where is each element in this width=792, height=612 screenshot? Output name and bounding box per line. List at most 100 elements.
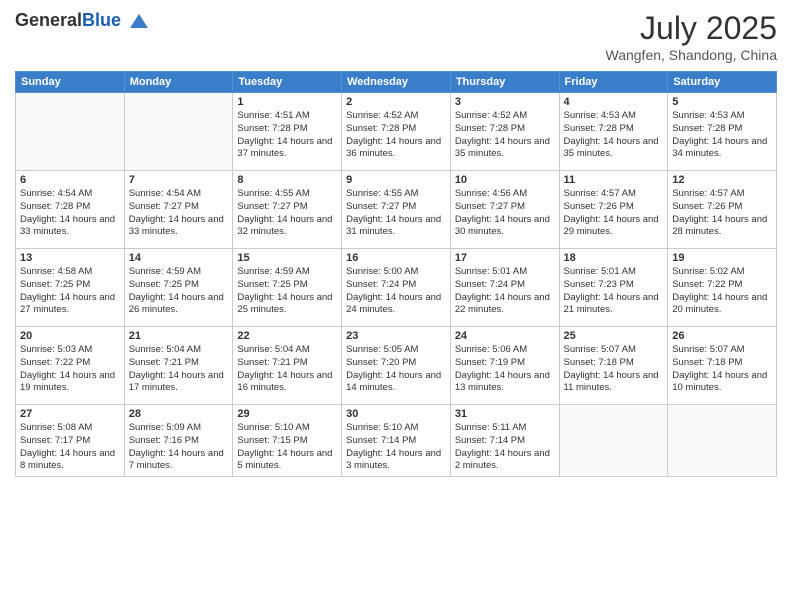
day-info: Sunrise: 4:59 AM Sunset: 7:25 PM Dayligh… [129, 266, 229, 317]
day-number: 24 [455, 330, 555, 342]
calendar-cell: 23 Sunrise: 5:05 AM Sunset: 7:20 PM Dayli… [342, 327, 451, 405]
calendar-cell: 12 Sunrise: 4:57 AM Sunset: 7:26 PM Dayli… [668, 171, 777, 249]
day-info: Sunrise: 4:57 AM Sunset: 7:26 PM Dayligh… [564, 188, 664, 239]
calendar-cell: 31 Sunrise: 5:11 AM Sunset: 7:14 PM Dayli… [450, 405, 559, 477]
day-number: 20 [20, 330, 120, 342]
logo: GeneralBlue [15, 10, 150, 32]
day-number: 8 [237, 174, 337, 186]
header: GeneralBlue July 2025 Wangfen, Shandong,… [15, 10, 777, 63]
calendar-cell: 11Sunrise: 4:57 AM Sunset: 7:26 PM Dayli… [559, 171, 668, 249]
calendar-day-header: Thursday [450, 72, 559, 93]
logo-icon [128, 10, 150, 32]
calendar-cell: 20 Sunrise: 5:03 AM Sunset: 7:22 PM Dayli… [16, 327, 125, 405]
calendar-day-header: Sunday [16, 72, 125, 93]
day-info: Sunrise: 5:07 AM Sunset: 7:18 PM Dayligh… [672, 344, 772, 395]
subtitle: Wangfen, Shandong, China [606, 47, 778, 63]
calendar-day-header: Wednesday [342, 72, 451, 93]
calendar-day-header: Saturday [668, 72, 777, 93]
day-info: Sunrise: 4:52 AM Sunset: 7:28 PM Dayligh… [346, 110, 446, 161]
day-number: 5 [672, 96, 772, 108]
calendar-cell: 30Sunrise: 5:10 AM Sunset: 7:14 PM Dayli… [342, 405, 451, 477]
calendar-cell: 21 Sunrise: 5:04 AM Sunset: 7:21 PM Dayli… [124, 327, 233, 405]
calendar-cell: 5Sunrise: 4:53 AM Sunset: 7:28 PM Daylig… [668, 93, 777, 171]
day-info: Sunrise: 5:08 AM Sunset: 7:17 PM Dayligh… [20, 422, 120, 473]
calendar-cell: 4Sunrise: 4:53 AM Sunset: 7:28 PM Daylig… [559, 93, 668, 171]
day-number: 15 [237, 252, 337, 264]
title-section: July 2025 Wangfen, Shandong, China [606, 10, 778, 63]
day-info: Sunrise: 5:00 AM Sunset: 7:24 PM Dayligh… [346, 266, 446, 317]
day-number: 2 [346, 96, 446, 108]
logo-general: General [15, 10, 82, 30]
calendar-cell: 16 Sunrise: 5:00 AM Sunset: 7:24 PM Dayli… [342, 249, 451, 327]
calendar-cell [124, 93, 233, 171]
day-number: 27 [20, 408, 120, 420]
calendar-day-header: Friday [559, 72, 668, 93]
day-number: 28 [129, 408, 229, 420]
calendar-cell: 18 Sunrise: 5:01 AM Sunset: 7:23 PM Dayli… [559, 249, 668, 327]
calendar-cell: 8Sunrise: 4:55 AM Sunset: 7:27 PM Daylig… [233, 171, 342, 249]
calendar-cell: 6Sunrise: 4:54 AM Sunset: 7:28 PM Daylig… [16, 171, 125, 249]
day-info: Sunrise: 5:04 AM Sunset: 7:21 PM Dayligh… [129, 344, 229, 395]
day-info: Sunrise: 5:10 AM Sunset: 7:15 PM Dayligh… [237, 422, 337, 473]
day-number: 12 [672, 174, 772, 186]
calendar-cell: 9 Sunrise: 4:55 AM Sunset: 7:27 PM Daylig… [342, 171, 451, 249]
calendar-cell: 22 Sunrise: 5:04 AM Sunset: 7:21 PM Dayli… [233, 327, 342, 405]
day-number: 4 [564, 96, 664, 108]
calendar-cell [668, 405, 777, 477]
day-number: 13 [20, 252, 120, 264]
day-info: Sunrise: 5:06 AM Sunset: 7:19 PM Dayligh… [455, 344, 555, 395]
calendar-week-row: 1 Sunrise: 4:51 AM Sunset: 7:28 PM Daylig… [16, 93, 777, 171]
calendar-cell: 2 Sunrise: 4:52 AM Sunset: 7:28 PM Daylig… [342, 93, 451, 171]
day-info: Sunrise: 5:05 AM Sunset: 7:20 PM Dayligh… [346, 344, 446, 395]
day-info: Sunrise: 5:02 AM Sunset: 7:22 PM Dayligh… [672, 266, 772, 317]
day-number: 23 [346, 330, 446, 342]
day-number: 16 [346, 252, 446, 264]
day-number: 14 [129, 252, 229, 264]
day-info: Sunrise: 4:58 AM Sunset: 7:25 PM Dayligh… [20, 266, 120, 317]
calendar-cell: 19Sunrise: 5:02 AM Sunset: 7:22 PM Dayli… [668, 249, 777, 327]
logo-text: GeneralBlue [15, 10, 150, 32]
day-number: 31 [455, 408, 555, 420]
calendar-cell: 10 Sunrise: 4:56 AM Sunset: 7:27 PM Dayli… [450, 171, 559, 249]
day-number: 3 [455, 96, 555, 108]
day-number: 21 [129, 330, 229, 342]
day-number: 10 [455, 174, 555, 186]
day-number: 9 [346, 174, 446, 186]
calendar-cell: 29 Sunrise: 5:10 AM Sunset: 7:15 PM Dayli… [233, 405, 342, 477]
day-number: 18 [564, 252, 664, 264]
calendar-cell: 26 Sunrise: 5:07 AM Sunset: 7:18 PM Dayli… [668, 327, 777, 405]
calendar-week-row: 6Sunrise: 4:54 AM Sunset: 7:28 PM Daylig… [16, 171, 777, 249]
calendar-cell: 7Sunrise: 4:54 AM Sunset: 7:27 PM Daylig… [124, 171, 233, 249]
day-info: Sunrise: 5:04 AM Sunset: 7:21 PM Dayligh… [237, 344, 337, 395]
calendar-cell: 1 Sunrise: 4:51 AM Sunset: 7:28 PM Daylig… [233, 93, 342, 171]
day-info: Sunrise: 4:54 AM Sunset: 7:28 PM Dayligh… [20, 188, 120, 239]
day-info: Sunrise: 5:07 AM Sunset: 7:18 PM Dayligh… [564, 344, 664, 395]
day-info: Sunrise: 4:56 AM Sunset: 7:27 PM Dayligh… [455, 188, 555, 239]
calendar-week-row: 20 Sunrise: 5:03 AM Sunset: 7:22 PM Dayli… [16, 327, 777, 405]
day-number: 1 [237, 96, 337, 108]
logo-blue: Blue [82, 10, 121, 30]
calendar-cell: 17Sunrise: 5:01 AM Sunset: 7:24 PM Dayli… [450, 249, 559, 327]
calendar-table: SundayMondayTuesdayWednesdayThursdayFrid… [15, 71, 777, 477]
day-info: Sunrise: 4:57 AM Sunset: 7:26 PM Dayligh… [672, 188, 772, 239]
calendar-week-row: 13 Sunrise: 4:58 AM Sunset: 7:25 PM Dayli… [16, 249, 777, 327]
day-number: 22 [237, 330, 337, 342]
day-info: Sunrise: 5:01 AM Sunset: 7:23 PM Dayligh… [564, 266, 664, 317]
page: GeneralBlue July 2025 Wangfen, Shandong,… [0, 0, 792, 612]
day-info: Sunrise: 4:55 AM Sunset: 7:27 PM Dayligh… [346, 188, 446, 239]
calendar-cell: 24 Sunrise: 5:06 AM Sunset: 7:19 PM Dayli… [450, 327, 559, 405]
calendar-week-row: 27 Sunrise: 5:08 AM Sunset: 7:17 PM Dayli… [16, 405, 777, 477]
calendar-cell: 28 Sunrise: 5:09 AM Sunset: 7:16 PM Dayli… [124, 405, 233, 477]
day-number: 17 [455, 252, 555, 264]
calendar-cell: 13 Sunrise: 4:58 AM Sunset: 7:25 PM Dayli… [16, 249, 125, 327]
day-info: Sunrise: 5:03 AM Sunset: 7:22 PM Dayligh… [20, 344, 120, 395]
calendar-header-row: SundayMondayTuesdayWednesdayThursdayFrid… [16, 72, 777, 93]
day-number: 29 [237, 408, 337, 420]
calendar-day-header: Tuesday [233, 72, 342, 93]
day-info: Sunrise: 5:11 AM Sunset: 7:14 PM Dayligh… [455, 422, 555, 473]
day-number: 26 [672, 330, 772, 342]
month-title: July 2025 [606, 10, 778, 47]
day-info: Sunrise: 4:51 AM Sunset: 7:28 PM Dayligh… [237, 110, 337, 161]
day-info: Sunrise: 5:09 AM Sunset: 7:16 PM Dayligh… [129, 422, 229, 473]
day-number: 30 [346, 408, 446, 420]
